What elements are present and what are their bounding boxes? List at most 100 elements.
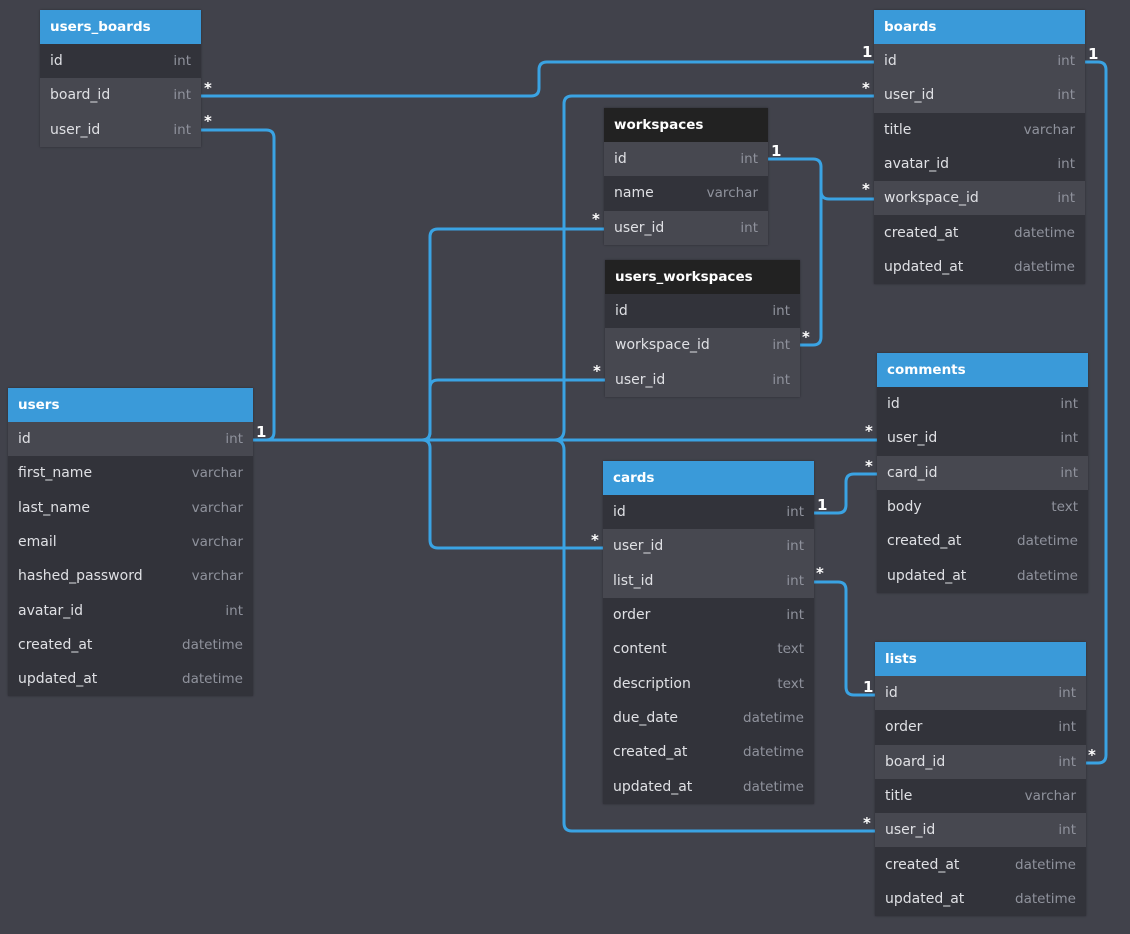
- field-name: avatar_id: [884, 156, 950, 173]
- field-row[interactable]: title varchar: [875, 778, 1086, 814]
- relation-line[interactable]: [798, 165, 823, 347]
- field-row[interactable]: user_id int: [877, 421, 1088, 456]
- field-type: varchar: [191, 534, 243, 551]
- field-row[interactable]: email varchar: [8, 524, 253, 560]
- field-row[interactable]: id int: [605, 294, 800, 329]
- field-row[interactable]: user_id int: [875, 813, 1086, 848]
- field-row[interactable]: order int: [603, 597, 814, 633]
- field-row[interactable]: updated_at datetime: [8, 662, 253, 697]
- field-type: datetime: [1015, 856, 1076, 873]
- field-name: user_id: [885, 822, 936, 839]
- field-row[interactable]: workspace_id int: [605, 328, 800, 363]
- table-header[interactable]: lists: [875, 642, 1086, 676]
- field-row[interactable]: order int: [875, 710, 1086, 745]
- table-comments[interactable]: comments id int user_id int card_id int body tex…: [877, 353, 1088, 593]
- field-row[interactable]: due_date datetime: [603, 700, 814, 736]
- field-type: int: [1060, 430, 1078, 447]
- field-name: updated_at: [887, 567, 967, 584]
- field-row[interactable]: updated_at datetime: [603, 769, 814, 804]
- field-type: datetime: [743, 744, 804, 761]
- field-row[interactable]: updated_at datetime: [875, 881, 1086, 917]
- field-row[interactable]: description text: [603, 666, 814, 701]
- field-row[interactable]: updated_at datetime: [874, 249, 1085, 285]
- field-name: first_name: [18, 465, 93, 482]
- field-row[interactable]: workspace_id int: [874, 181, 1085, 216]
- relation-line[interactable]: [1083, 60, 1108, 765]
- field-row[interactable]: created_at datetime: [603, 735, 814, 770]
- field-row[interactable]: updated_at datetime: [877, 558, 1088, 593]
- field-type: int: [1057, 53, 1075, 70]
- field-row[interactable]: id int: [875, 676, 1086, 711]
- table-header[interactable]: users_boards: [40, 10, 201, 44]
- table-boards[interactable]: boards id int user_id int title varchar avatar_…: [874, 10, 1085, 285]
- table-cards[interactable]: cards id int user_id int list_id int order int co…: [603, 461, 814, 804]
- relation-line[interactable]: [199, 60, 876, 98]
- field-row[interactable]: user_id int: [605, 362, 800, 397]
- table-workspaces[interactable]: workspaces id int name varchar user_id int: [604, 108, 768, 245]
- field-type: text: [1051, 499, 1078, 516]
- field-row[interactable]: id int: [877, 387, 1088, 422]
- field-row[interactable]: created_at datetime: [8, 627, 253, 663]
- field-name: user_id: [614, 219, 665, 236]
- field-type: int: [1057, 190, 1075, 207]
- field-name: list_id: [613, 572, 654, 589]
- field-row[interactable]: hashed_password varchar: [8, 559, 253, 594]
- field-type: int: [786, 538, 804, 555]
- field-row[interactable]: title varchar: [874, 112, 1085, 147]
- field-type: int: [740, 219, 758, 236]
- field-type: int: [1057, 87, 1075, 104]
- table-users-workspaces[interactable]: users_workspaces id int workspace_id int user…: [605, 260, 800, 397]
- field-name: created_at: [18, 636, 93, 653]
- field-row[interactable]: user_id int: [603, 529, 814, 564]
- field-row[interactable]: board_id int: [875, 744, 1086, 779]
- field-type: text: [777, 641, 804, 658]
- field-row[interactable]: avatar_id int: [874, 146, 1085, 182]
- table-users-boards[interactable]: users_boards id int board_id int user_id int: [40, 10, 201, 147]
- field-row[interactable]: created_at datetime: [874, 215, 1085, 250]
- field-name: created_at: [613, 744, 688, 761]
- field-row[interactable]: created_at datetime: [875, 847, 1086, 882]
- field-row[interactable]: created_at datetime: [877, 524, 1088, 559]
- table-header[interactable]: boards: [874, 10, 1085, 44]
- field-name: workspace_id: [615, 337, 710, 354]
- field-type: datetime: [743, 709, 804, 726]
- field-row[interactable]: user_id int: [604, 210, 768, 245]
- field-row[interactable]: id int: [603, 495, 814, 530]
- field-type: int: [772, 303, 790, 320]
- relation-line[interactable]: [420, 438, 605, 550]
- field-row[interactable]: first_name varchar: [8, 456, 253, 491]
- field-type: varchar: [1024, 788, 1076, 805]
- table-header[interactable]: users: [8, 388, 253, 422]
- field-type: int: [740, 151, 758, 168]
- field-name: avatar_id: [18, 602, 84, 619]
- field-row[interactable]: id int: [874, 44, 1085, 79]
- field-row[interactable]: last_name varchar: [8, 490, 253, 525]
- table-users[interactable]: users id int first_name varchar last_name varc…: [8, 388, 253, 697]
- field-row[interactable]: board_id int: [40, 78, 201, 113]
- field-type: int: [786, 607, 804, 624]
- field-row[interactable]: id int: [40, 44, 201, 79]
- field-type: varchar: [191, 499, 243, 516]
- relation-line[interactable]: [420, 378, 607, 442]
- field-row[interactable]: card_id int: [877, 455, 1088, 490]
- table-lists[interactable]: lists id int order int board_id int title varcha…: [875, 642, 1086, 917]
- field-row[interactable]: id int: [8, 422, 253, 457]
- field-row[interactable]: id int: [604, 142, 768, 177]
- field-type: int: [786, 572, 804, 589]
- field-row[interactable]: body text: [877, 489, 1088, 525]
- field-row[interactable]: content text: [603, 632, 814, 667]
- field-row[interactable]: user_id int: [874, 78, 1085, 113]
- field-type: int: [772, 371, 790, 388]
- relation-line[interactable]: [812, 472, 879, 515]
- table-header[interactable]: cards: [603, 461, 814, 495]
- table-header[interactable]: workspaces: [604, 108, 768, 142]
- field-row[interactable]: list_id int: [603, 563, 814, 598]
- field-row[interactable]: name varchar: [604, 176, 768, 211]
- field-row[interactable]: user_id int: [40, 112, 201, 147]
- field-row[interactable]: avatar_id int: [8, 593, 253, 628]
- table-header[interactable]: users_workspaces: [605, 260, 800, 294]
- table-header[interactable]: comments: [877, 353, 1088, 387]
- field-name: workspace_id: [884, 190, 979, 207]
- field-name: updated_at: [885, 890, 965, 907]
- relation-line[interactable]: [812, 580, 877, 697]
